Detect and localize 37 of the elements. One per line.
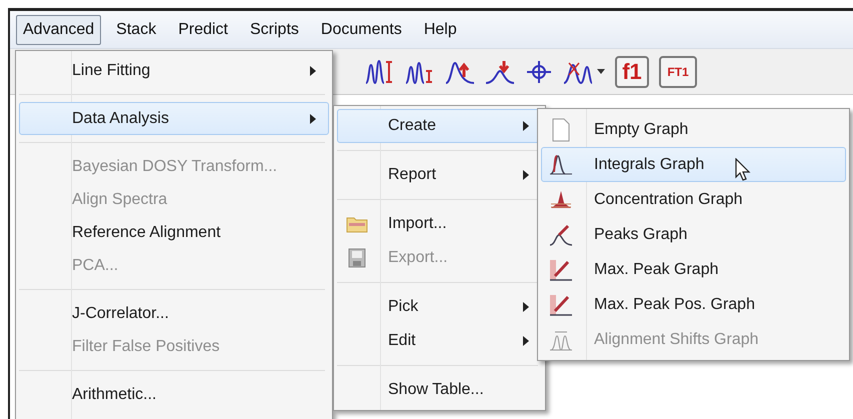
peak-pick-icon xyxy=(549,222,573,246)
menu-item[interactable]: Data Analysis xyxy=(19,102,329,135)
menu-item[interactable]: Max. Peak Pos. Graph xyxy=(541,287,846,322)
mouse-pointer-icon xyxy=(735,158,751,182)
toolbar-button[interactable]: FT1 xyxy=(659,56,697,88)
menu-bar-item[interactable]: Stack xyxy=(109,14,164,44)
peak-max-icon xyxy=(549,258,573,282)
submenu-arrow-icon xyxy=(523,302,529,312)
menu-bar-item[interactable]: Predict xyxy=(171,14,235,44)
crosshair-icon[interactable] xyxy=(525,58,553,84)
submenu-arrow-icon xyxy=(523,170,529,180)
menu-item[interactable]: Show Table... xyxy=(337,373,542,407)
menu-item[interactable]: Integrals Graph xyxy=(541,147,846,182)
blank-page-icon xyxy=(551,118,571,142)
menu-item[interactable]: Max. Peak Graph xyxy=(541,252,846,287)
caret-icon xyxy=(597,69,605,74)
menu-item[interactable]: J-Correlator... xyxy=(19,297,329,330)
peak-max-icon xyxy=(549,292,573,316)
submenu-arrow-icon xyxy=(310,114,316,124)
peak-down-arrow-icon[interactable] xyxy=(485,58,515,84)
submenu-arrow-icon xyxy=(310,66,316,76)
menu-item[interactable]: Concentration Graph xyxy=(541,182,846,217)
peaks-integral-icon[interactable] xyxy=(365,58,395,84)
menu-bar-item[interactable]: Scripts xyxy=(242,14,306,44)
menu-item[interactable]: Empty Graph xyxy=(541,112,846,147)
submenu-arrow-icon xyxy=(523,336,529,346)
menu-item[interactable]: Reference Alignment xyxy=(19,216,329,249)
menu-item[interactable]: Peaks Graph xyxy=(541,217,846,252)
menu-item[interactable]: Arithmetic... xyxy=(19,378,329,411)
menu-bar-item[interactable]: Help xyxy=(416,14,464,44)
toolbar-button[interactable]: f1 xyxy=(615,56,649,88)
menu-item[interactable]: Line Fitting xyxy=(19,54,329,87)
peak-integral-icon xyxy=(549,154,573,176)
menu-bar-item[interactable]: Documents xyxy=(314,14,409,44)
folder-icon xyxy=(346,215,368,233)
menu-bar-item[interactable]: Advanced xyxy=(16,14,102,44)
submenu-arrow-icon xyxy=(523,121,529,131)
